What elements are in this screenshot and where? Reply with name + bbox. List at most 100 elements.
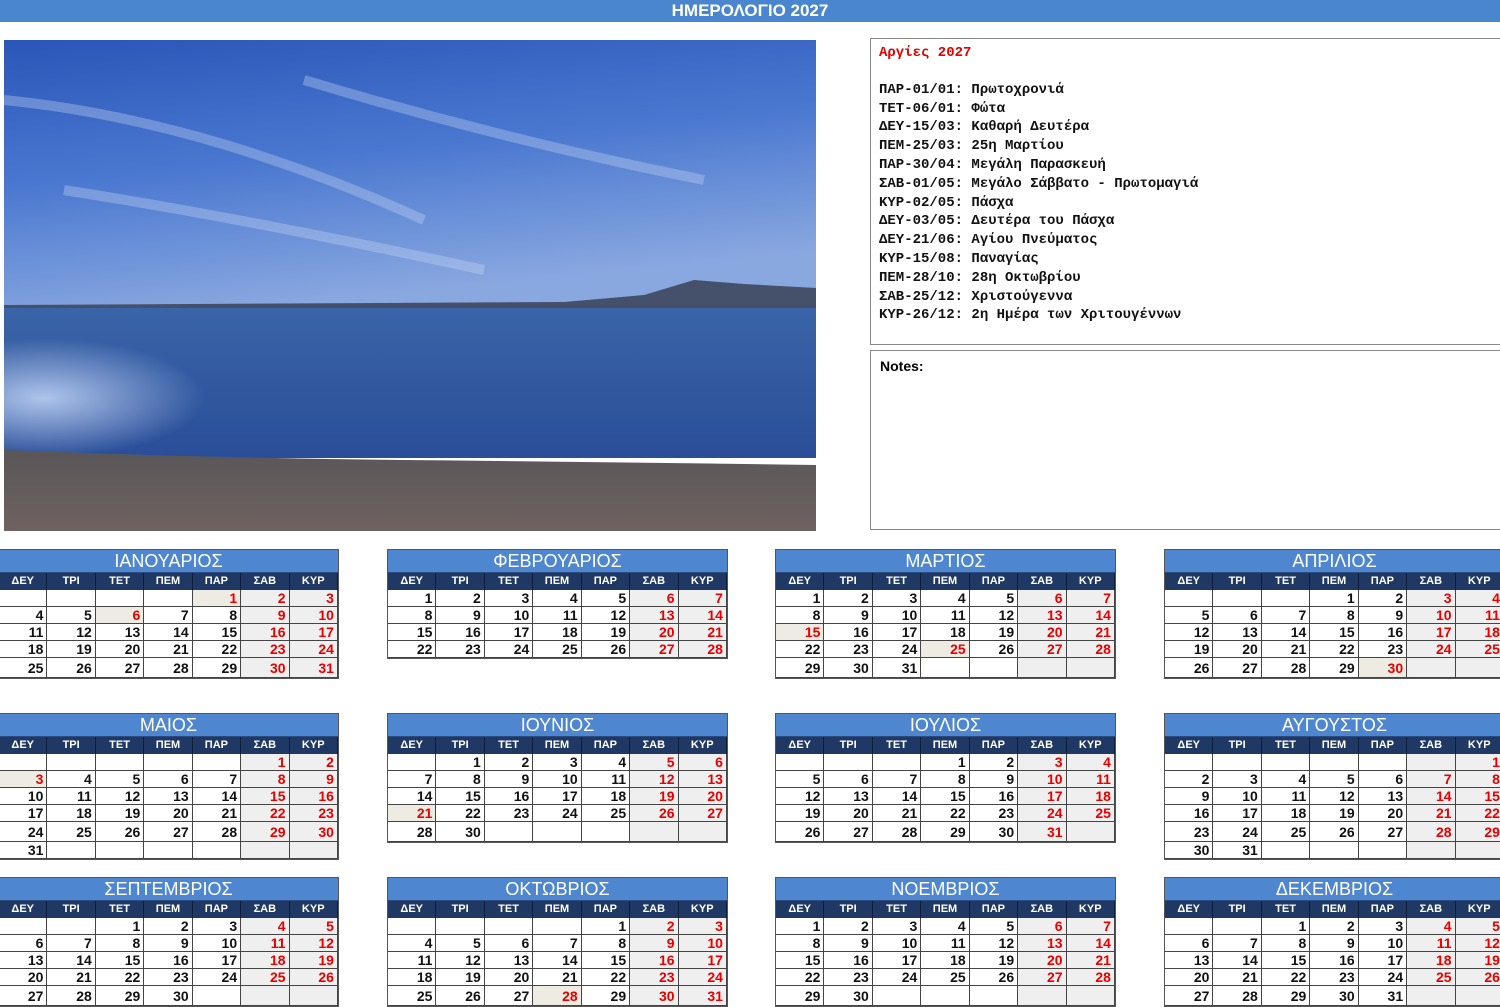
day-cell: 22 [241, 805, 290, 822]
day-cell: 9 [824, 935, 873, 952]
week-row: 29 30 [776, 986, 1115, 1006]
day-cell: 12 [1455, 935, 1500, 952]
week-row: 12345 [1165, 918, 1500, 935]
day-cell: 23 [824, 969, 873, 986]
day-cell: 24 [0, 822, 48, 842]
day-cell: 6 [824, 771, 873, 788]
day-cell: 7 [872, 771, 922, 788]
day-cell: 23 [484, 805, 534, 822]
day-cell: 7 [47, 935, 96, 952]
day-cell: 14 [47, 952, 96, 969]
week-row: 15 16 17 18 19 20 21 [776, 624, 1115, 641]
empty-day-cell [47, 754, 96, 771]
empty-day-cell [678, 822, 727, 842]
lake-landscape-photo [4, 40, 816, 531]
empty-day-cell [144, 590, 193, 607]
weekday-label: ΣΑΒ [241, 737, 290, 754]
month-title: ΙΟΥΝΙΟΣ [388, 714, 727, 737]
day-cell: 7 [192, 771, 242, 788]
day-cell: 13 [484, 952, 534, 969]
day-cell: 6 [484, 935, 534, 952]
day-cell: 14 [144, 624, 193, 641]
day-cell: 8 [1455, 771, 1500, 788]
week-row: 30 31 [1165, 842, 1500, 859]
week-row: 27 28 29 30 31 [1165, 986, 1500, 1006]
weekday-label: ΤΕΤ [873, 901, 922, 918]
month-10: ΟΚΤΩΒΡΙΟΣ ΔΕΥ ΤΡΙ ΤΕΤ ΠΕΜ ΠΑΡ ΣΑΒ ΚΥΡ 1 2 3 4 5 6 7 8 9 1… [387, 877, 728, 1007]
empty-day-cell [1455, 842, 1500, 859]
holiday-item: ΔΕΥ-21/06: Αγίου Πνεύματος [879, 232, 1098, 249]
day-cell: 25 [0, 658, 48, 678]
day-cell: 11 [0, 624, 48, 641]
day-cell: 25 [921, 969, 970, 986]
day-cell: 28 [1261, 658, 1311, 678]
holiday-item: ΚΥΡ-26/12: 2η Ημέρα των Χριτουγέννων [879, 307, 1182, 324]
day-cell: 5 [969, 918, 1019, 935]
holiday-item: ΠΕΜ-28/10: 28η Οκτωβρίου [879, 269, 1081, 286]
weekday-header: ΔΕΥ ΤΡΙ ΤΕΤ ΠΕΜ ΠΑΡ ΣΑΒ ΚΥΡ [776, 737, 1115, 754]
empty-day-cell [144, 754, 193, 771]
weekday-label: ΤΕΤ [96, 573, 145, 590]
holidays-title: Αργίες 2027 [879, 45, 972, 61]
day-cell: 28 [144, 658, 193, 678]
day-cell: 21 [192, 805, 242, 822]
day-cell: 15 [1455, 788, 1500, 805]
empty-day-cell [1261, 590, 1311, 607]
empty-day-cell [192, 754, 242, 771]
weekday-label: ΔΕΥ [0, 901, 48, 918]
empty-day-cell [1018, 658, 1067, 678]
day-cell: 25 [1407, 969, 1456, 986]
day-cell: 18 [1407, 952, 1456, 969]
day-cell: 2 [1310, 918, 1359, 935]
day-cell: 19 [1310, 805, 1359, 822]
day-cell: 7 [1261, 607, 1311, 624]
day-cell: 30 [630, 986, 679, 1006]
week-row: 3456789 [0, 771, 338, 788]
empty-day-cell [1358, 842, 1408, 859]
empty-day-cell [95, 842, 145, 859]
day-cell: 23 [144, 969, 193, 986]
weekday-label: ΔΕΥ [776, 901, 825, 918]
empty-day-cell [47, 590, 96, 607]
day-cell: 13 [1165, 952, 1214, 969]
day-cell: 30 [824, 986, 873, 1006]
weekday-label: ΚΥΡ [1456, 737, 1500, 754]
weekday-label: ΠΑΡ [582, 573, 631, 590]
day-cell: 8 [388, 607, 437, 624]
empty-day-cell [1213, 590, 1262, 607]
day-cell: 28 [1407, 822, 1456, 842]
day-cell: 24 [1018, 805, 1067, 822]
weekday-label: ΠΕΜ [921, 901, 970, 918]
holiday-item: ΚΥΡ-15/08: Παναγίας [879, 250, 1039, 267]
day-cell: 12 [969, 935, 1019, 952]
week-row: 8 9 10 11 12 13 14 [776, 607, 1115, 624]
day-cell: 27 [678, 805, 727, 822]
day-cell: 9 [1358, 607, 1408, 624]
day-cell: 17 [533, 788, 582, 805]
day-cell: 20 [1213, 641, 1262, 658]
day-cell: 22 [776, 641, 825, 658]
day-cell: 5 [95, 771, 145, 788]
day-cell: 3 [872, 918, 922, 935]
weekday-label: ΔΕΥ [776, 573, 825, 590]
weekday-label: ΣΑΒ [630, 573, 679, 590]
day-cell: 20 [1018, 624, 1067, 641]
weekday-label: ΤΡΙ [47, 737, 96, 754]
day-cell: 30 [969, 822, 1019, 842]
day-cell: 20 [0, 969, 48, 986]
week-row: 10 11 12 13 14 15 16 [0, 788, 338, 805]
day-cell: 2 [630, 918, 679, 935]
notes-panel[interactable]: Notes: [870, 350, 1500, 530]
day-cell: 14 [1066, 607, 1115, 624]
day-cell: 8 [1310, 607, 1359, 624]
day-cell: 16 [436, 624, 485, 641]
weekday-label: ΔΕΥ [776, 737, 825, 754]
day-cell: 22 [1261, 969, 1311, 986]
day-cell: 24 [872, 969, 922, 986]
day-cell: 29 [581, 986, 631, 1006]
day-cell: 5 [289, 918, 338, 935]
day-cell: 10 [872, 935, 922, 952]
empty-day-cell [1261, 842, 1311, 859]
empty-day-cell [1310, 842, 1359, 859]
day-cell: 27 [1165, 986, 1214, 1006]
